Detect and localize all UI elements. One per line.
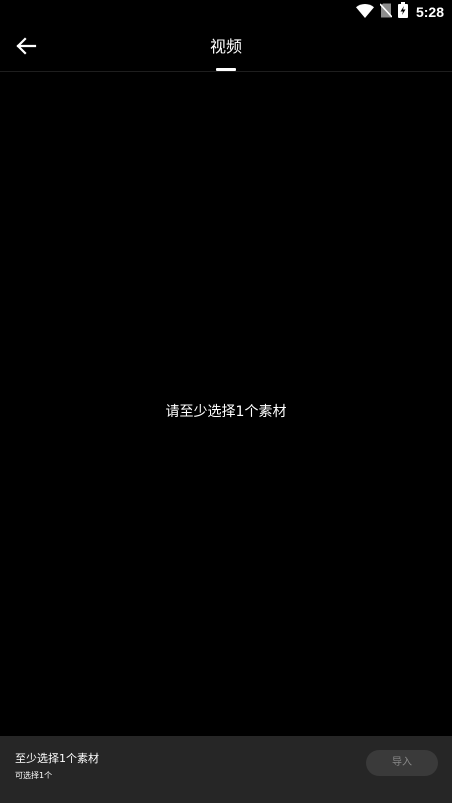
status-bar: 5:28: [0, 0, 452, 24]
tab-video-label: 视频: [209, 37, 242, 56]
media-grid-area: 请至少选择1个素材: [0, 72, 452, 736]
status-time: 5:28: [415, 4, 444, 20]
import-button[interactable]: 导入: [366, 750, 438, 776]
empty-hint: 请至少选择1个素材: [165, 404, 287, 420]
status-icons: 5:28: [355, 2, 444, 22]
no-sim-icon: [379, 2, 393, 22]
wifi-icon: [355, 3, 374, 22]
tab-indicator: [216, 68, 236, 71]
app-bar: 视频: [0, 24, 452, 72]
arrow-left-icon: [15, 37, 37, 59]
tab-video[interactable]: 视频: [196, 24, 256, 71]
battery-charging-icon: [397, 2, 408, 22]
back-button[interactable]: [12, 36, 40, 60]
selection-subtitle: 可选择1个: [15, 771, 53, 780]
selection-bar: 至少选择1个素材 可选择1个 导入: [0, 736, 452, 803]
selection-title: 至少选择1个素材: [15, 752, 99, 765]
